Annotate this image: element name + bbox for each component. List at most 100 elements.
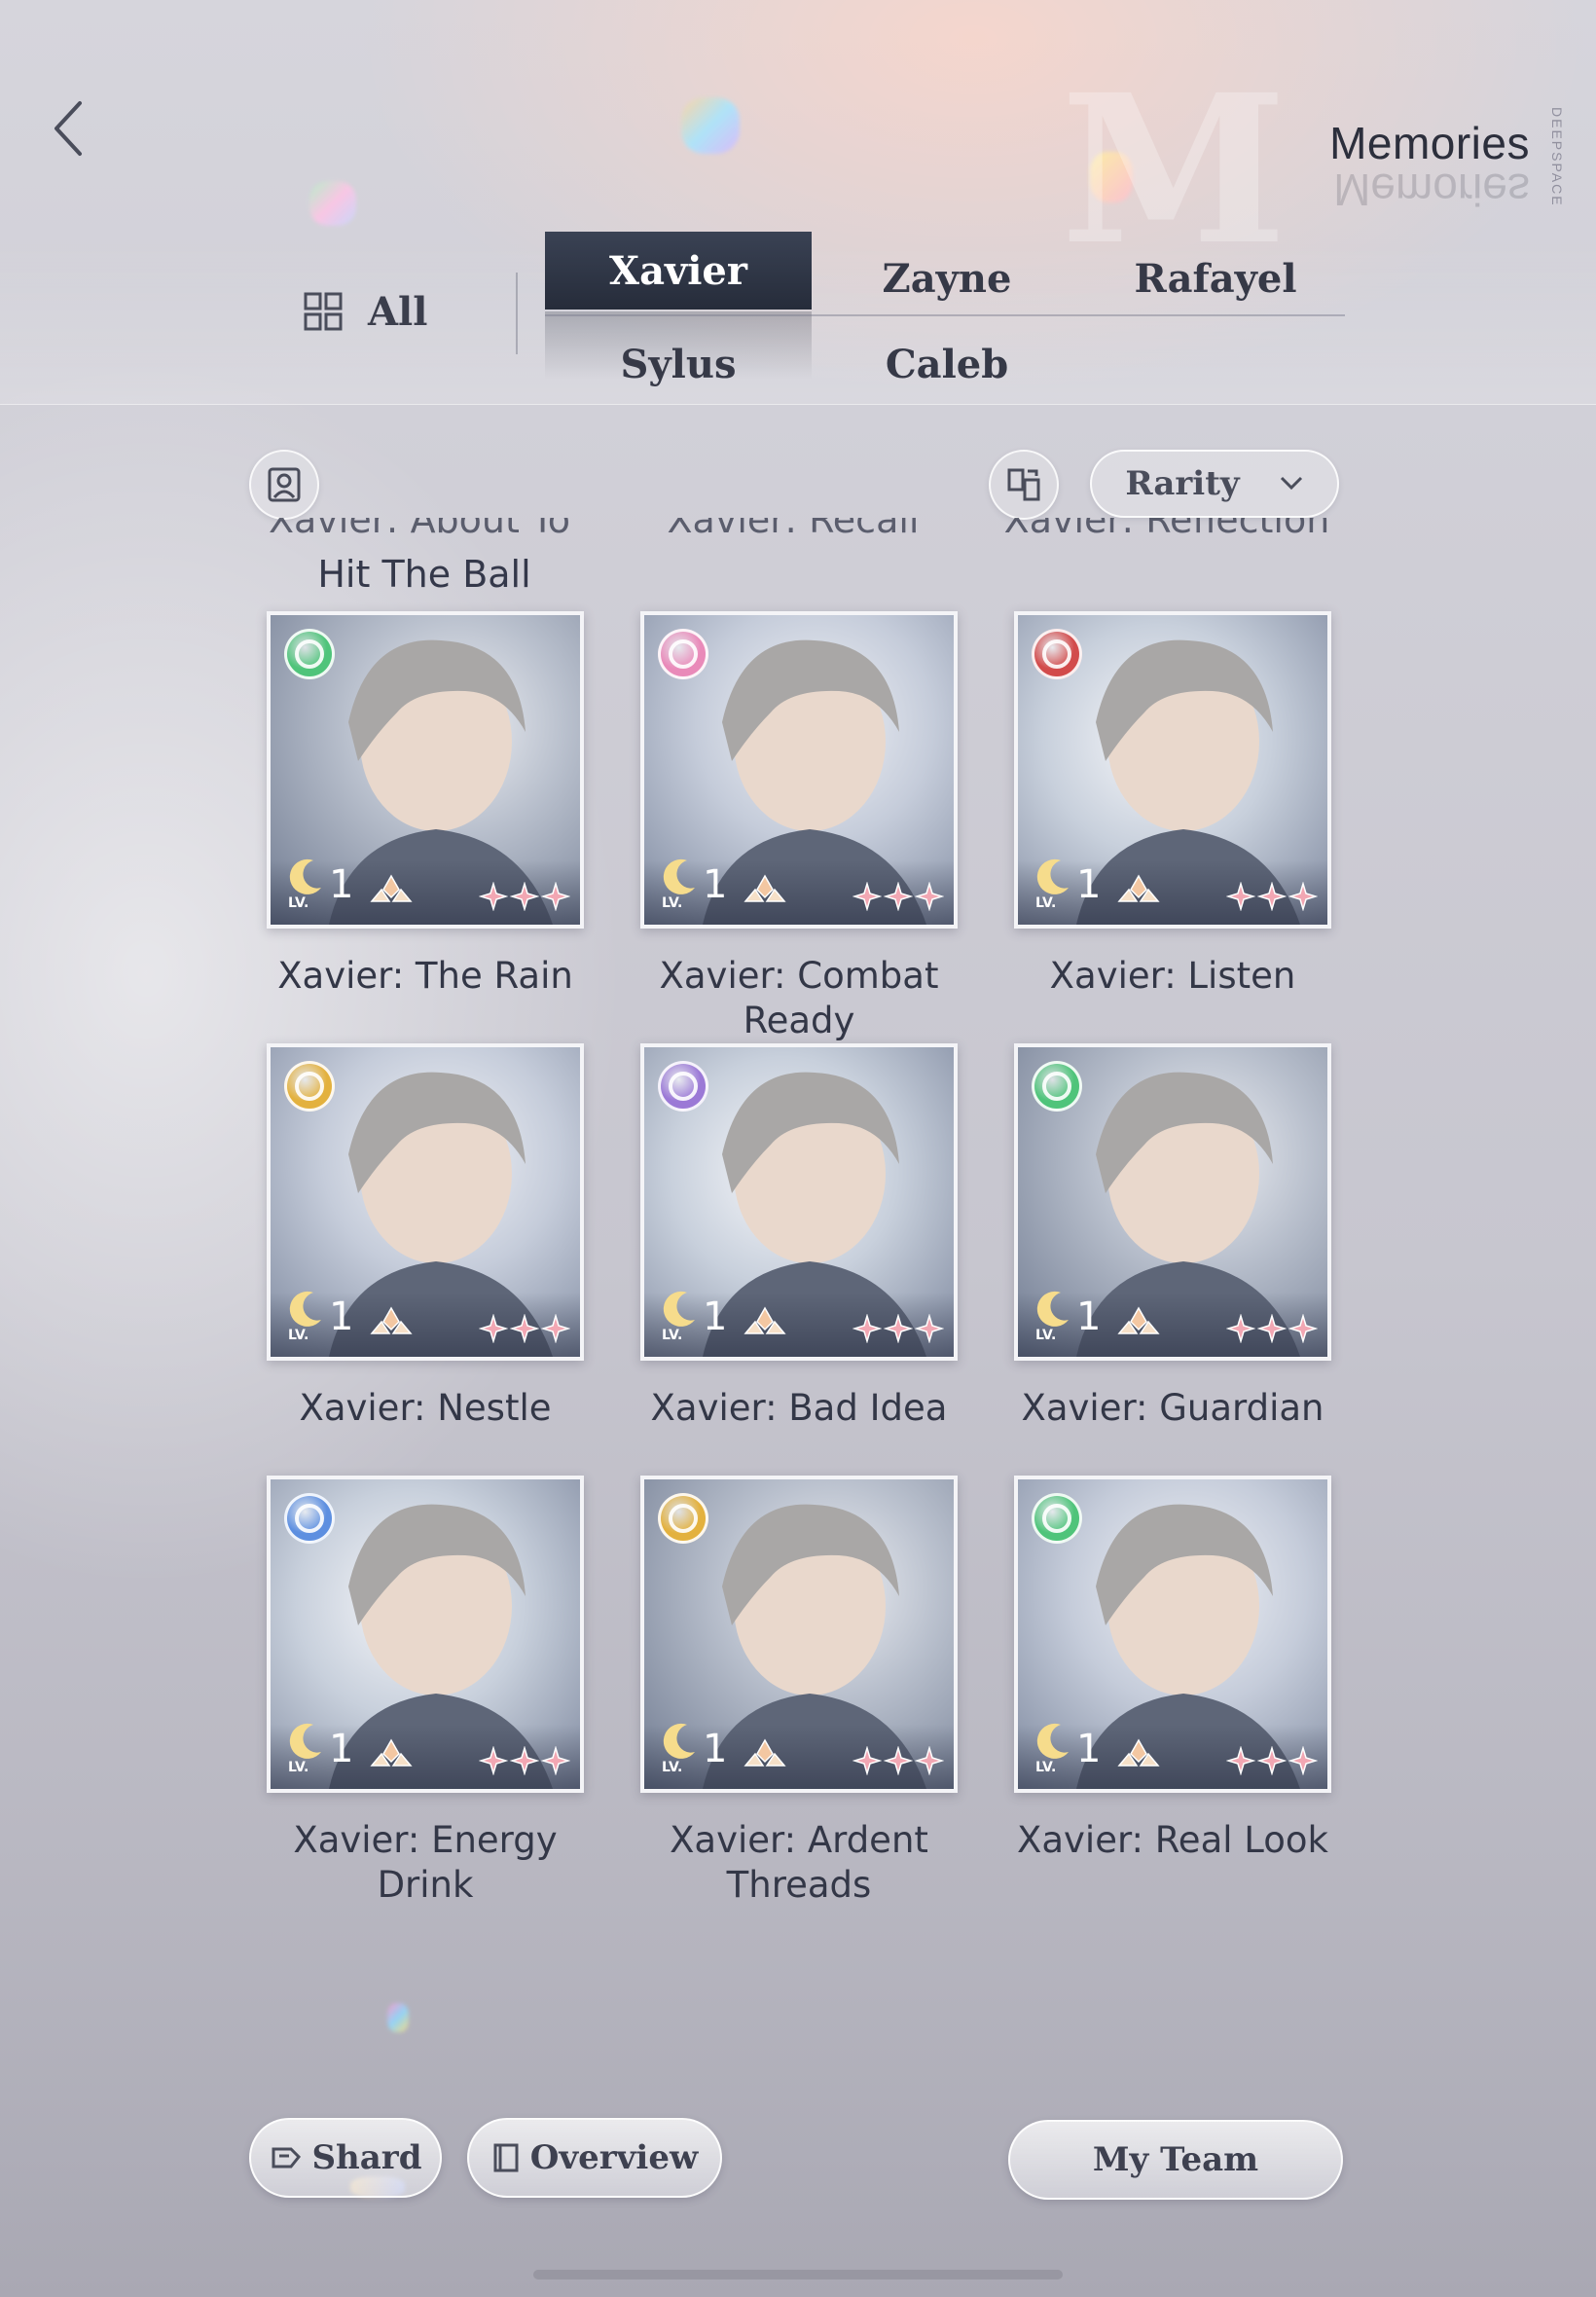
level-tag: LV. bbox=[1035, 1328, 1057, 1343]
level-tag: LV. bbox=[288, 895, 309, 911]
memory-card[interactable]: 1 LV. bbox=[267, 611, 584, 929]
shard-button[interactable]: Shard bbox=[249, 2118, 442, 2198]
tab-zayne[interactable]: Zayne bbox=[814, 239, 1080, 317]
tab-sylus[interactable]: Sylus bbox=[545, 325, 812, 403]
star-icon bbox=[1288, 882, 1318, 911]
crest-icon bbox=[1109, 1304, 1168, 1343]
card-title-partial: Xavier: Reflection bbox=[1003, 518, 1330, 541]
memory-card[interactable]: 1 LV. bbox=[640, 611, 958, 929]
crest-icon bbox=[736, 1736, 794, 1775]
card-frame: 1 LV. bbox=[267, 1476, 584, 1793]
memory-card[interactable]: 1 LV. bbox=[1014, 1476, 1331, 1793]
sort-dropdown[interactable]: Rarity bbox=[1090, 450, 1339, 518]
tab-divider bbox=[516, 273, 518, 354]
level-tag: LV. bbox=[1035, 1760, 1057, 1775]
card-frame: 1 LV. bbox=[1014, 1043, 1331, 1361]
star-icon bbox=[1257, 1746, 1287, 1775]
element-gem-icon bbox=[1032, 629, 1082, 679]
element-gem-icon bbox=[1032, 1061, 1082, 1112]
tab-all[interactable]: All bbox=[304, 282, 427, 341]
memory-card-title: Xavier: Listen bbox=[1049, 955, 1296, 997]
tab-caleb[interactable]: Caleb bbox=[814, 325, 1080, 403]
level-tag: LV. bbox=[288, 1328, 309, 1343]
memory-card[interactable]: 1 LV. bbox=[1014, 1043, 1331, 1361]
side-brand-text: DEEPSPACE bbox=[1549, 107, 1565, 207]
crest-icon bbox=[362, 1304, 420, 1343]
level-number: 1 bbox=[329, 862, 354, 907]
star-icon bbox=[915, 882, 944, 911]
star-icon bbox=[1257, 1314, 1287, 1343]
rarity-stars bbox=[479, 1746, 570, 1775]
card-frame: 1 LV. bbox=[267, 1043, 584, 1361]
level-tag: LV. bbox=[662, 1760, 683, 1775]
moon-icon bbox=[289, 1723, 321, 1759]
tab-rafayel[interactable]: Rafayel bbox=[1082, 239, 1349, 317]
memory-card-title: Xavier: Real Look bbox=[1017, 1819, 1328, 1861]
card-frame: 1 LV. bbox=[640, 611, 958, 929]
tab-xavier[interactable]: Xavier bbox=[545, 232, 812, 310]
book-icon bbox=[493, 2143, 519, 2172]
rarity-stars bbox=[479, 882, 570, 911]
element-gem-icon bbox=[284, 629, 335, 679]
level-badge: 1 LV. bbox=[284, 1287, 362, 1343]
card-frame: 1 LV. bbox=[1014, 611, 1331, 929]
memory-card[interactable]: 1 LV. bbox=[1014, 611, 1331, 929]
overview-label: Overview bbox=[529, 2138, 699, 2177]
memory-card-title: Xavier: Guardian bbox=[1021, 1387, 1324, 1429]
element-gem-icon bbox=[658, 1493, 708, 1544]
memory-card[interactable]: 1 LV. bbox=[640, 1476, 958, 1793]
tab-all-label: All bbox=[368, 288, 428, 335]
moon-icon bbox=[1036, 1723, 1069, 1759]
card-title-partial: Xavier: Recall bbox=[667, 518, 920, 541]
level-badge: 1 LV. bbox=[658, 1287, 736, 1343]
element-gem-icon bbox=[658, 1061, 708, 1112]
layout-toggle-button[interactable] bbox=[989, 450, 1059, 520]
star-icon bbox=[1226, 1314, 1255, 1343]
star-icon bbox=[510, 882, 539, 911]
element-gem-icon bbox=[658, 629, 708, 679]
rarity-stars bbox=[1226, 1314, 1318, 1343]
my-team-button[interactable]: My Team bbox=[1008, 2120, 1343, 2200]
level-tag: LV. bbox=[662, 1328, 683, 1343]
moon-icon bbox=[289, 858, 321, 894]
star-icon bbox=[915, 1314, 944, 1343]
crest-icon bbox=[736, 872, 794, 911]
level-number: 1 bbox=[329, 1727, 354, 1771]
level-tag: LV. bbox=[662, 895, 683, 911]
star-icon bbox=[852, 1314, 882, 1343]
memory-card[interactable]: 1 LV. bbox=[267, 1043, 584, 1361]
crest-icon bbox=[1109, 1736, 1168, 1775]
star-icon bbox=[852, 882, 882, 911]
level-badge: 1 LV. bbox=[1032, 1287, 1109, 1343]
crest-icon bbox=[736, 1304, 794, 1343]
level-badge: 1 LV. bbox=[658, 1719, 736, 1775]
level-tag: LV. bbox=[288, 1760, 309, 1775]
portrait-icon bbox=[268, 467, 301, 502]
star-icon bbox=[1226, 1746, 1255, 1775]
level-number: 1 bbox=[1076, 862, 1102, 907]
card-title-line2: Hit The Ball bbox=[317, 553, 531, 596]
star-icon bbox=[1288, 1314, 1318, 1343]
back-button[interactable] bbox=[43, 93, 97, 164]
page-title-reflection: Memories bbox=[1333, 164, 1530, 215]
star-icon bbox=[884, 882, 913, 911]
partial-row-titles: Xavier: About To Xavier: Recall Xavier: … bbox=[249, 518, 1359, 553]
rarity-stars bbox=[1226, 1746, 1318, 1775]
overview-button[interactable]: Overview bbox=[467, 2118, 722, 2198]
profile-filter-button[interactable] bbox=[249, 450, 319, 520]
crest-icon bbox=[1109, 872, 1168, 911]
star-icon bbox=[510, 1746, 539, 1775]
star-icon bbox=[1226, 882, 1255, 911]
page-title: Memories bbox=[1329, 118, 1530, 168]
star-icon bbox=[541, 882, 570, 911]
element-gem-icon bbox=[284, 1061, 335, 1112]
memory-card-title: Xavier: Energy Drink bbox=[293, 1819, 558, 1906]
home-indicator[interactable] bbox=[533, 2270, 1063, 2279]
memory-card[interactable]: 1 LV. bbox=[267, 1476, 584, 1793]
memory-card-title: Xavier: Nestle bbox=[299, 1387, 552, 1429]
rarity-stars bbox=[479, 1314, 570, 1343]
star-icon bbox=[479, 1314, 508, 1343]
star-icon bbox=[510, 1314, 539, 1343]
memory-card[interactable]: 1 LV. bbox=[640, 1043, 958, 1361]
memory-card-title: Xavier: Combat Ready bbox=[659, 955, 939, 1041]
